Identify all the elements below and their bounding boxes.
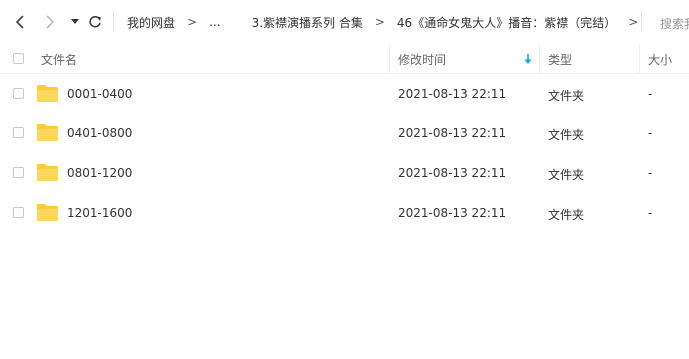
column-header-modified[interactable]: 修改时间 [398, 51, 446, 68]
breadcrumb-item-ellipsis[interactable]: ... [209, 15, 220, 29]
column-header-type[interactable]: 类型 [548, 51, 572, 68]
modified-time: 2021-08-13 22:11 [398, 166, 507, 180]
toolbar-divider [641, 12, 642, 32]
forward-button[interactable] [42, 12, 58, 32]
file-type: 文件夹 [548, 128, 585, 142]
folder-icon [37, 124, 58, 141]
caret-down-icon [71, 19, 79, 24]
column-header-size[interactable]: 大小 [648, 51, 672, 68]
refresh-icon [89, 15, 101, 28]
toolbar: 我的网盘 > ... > 3.紫襟演播系列 合集 > 46《通命女鬼大人》播音：… [0, 0, 689, 44]
modified-time: 2021-08-13 22:11 [398, 87, 507, 101]
breadcrumb-item-current[interactable]: 46《通命女鬼大人》播音：紫襟（完结） [397, 14, 616, 31]
modified-time: 2021-08-13 22:11 [398, 206, 507, 220]
column-divider[interactable] [389, 44, 390, 73]
table-row[interactable]: 1201-1600 2021-08-13 22:11 文件夹 - [0, 193, 689, 233]
file-name[interactable]: 0401-0800 [67, 126, 132, 140]
folder-icon [37, 85, 58, 102]
toolbar-divider [113, 12, 114, 32]
breadcrumb-item-root[interactable]: 我的网盘 [127, 14, 175, 31]
breadcrumb-separator: > [374, 15, 385, 29]
file-size: - [648, 166, 653, 180]
file-type: 文件夹 [548, 168, 585, 182]
file-type: 文件夹 [548, 89, 585, 103]
chevron-left-icon [15, 15, 24, 29]
file-size: - [648, 206, 653, 220]
table-row[interactable]: 0401-0800 2021-08-13 22:11 文件夹 - [0, 113, 689, 153]
refresh-button[interactable] [87, 12, 103, 32]
column-divider[interactable] [639, 44, 640, 73]
column-header-name[interactable]: 文件名 [41, 51, 77, 68]
row-checkbox[interactable] [13, 167, 24, 178]
file-size: - [648, 87, 653, 101]
file-name[interactable]: 0801-1200 [67, 166, 132, 180]
breadcrumb-item-series[interactable]: 3.紫襟演播系列 合集 [252, 14, 363, 31]
table-header: 文件名 修改时间 类型 大小 [0, 44, 689, 74]
column-divider[interactable] [539, 44, 540, 73]
file-name[interactable]: 1201-1600 [67, 206, 132, 220]
row-checkbox[interactable] [13, 207, 24, 218]
chevron-right-icon [46, 15, 55, 29]
table-row[interactable]: 0001-0400 2021-08-13 22:11 文件夹 - [0, 74, 689, 114]
search-input[interactable]: 搜索我 [660, 15, 689, 32]
row-checkbox[interactable] [13, 88, 24, 99]
history-dropdown-button[interactable] [69, 12, 81, 32]
breadcrumb-more-chevron[interactable]: > [628, 15, 638, 29]
file-size: - [648, 126, 653, 140]
breadcrumb-separator: > [187, 15, 198, 29]
back-button[interactable] [12, 12, 28, 32]
select-all-checkbox[interactable] [13, 53, 24, 64]
table-row[interactable]: 0801-1200 2021-08-13 22:11 文件夹 - [0, 153, 689, 193]
file-name[interactable]: 0001-0400 [67, 87, 132, 101]
file-type: 文件夹 [548, 208, 585, 222]
row-checkbox[interactable] [13, 127, 24, 138]
arrow-down-icon[interactable] [523, 53, 533, 65]
folder-icon [37, 204, 58, 221]
folder-icon [37, 164, 58, 181]
breadcrumb: 我的网盘 > ... > 3.紫襟演播系列 合集 > 46《通命女鬼大人》播音：… [127, 0, 650, 44]
modified-time: 2021-08-13 22:11 [398, 126, 507, 140]
